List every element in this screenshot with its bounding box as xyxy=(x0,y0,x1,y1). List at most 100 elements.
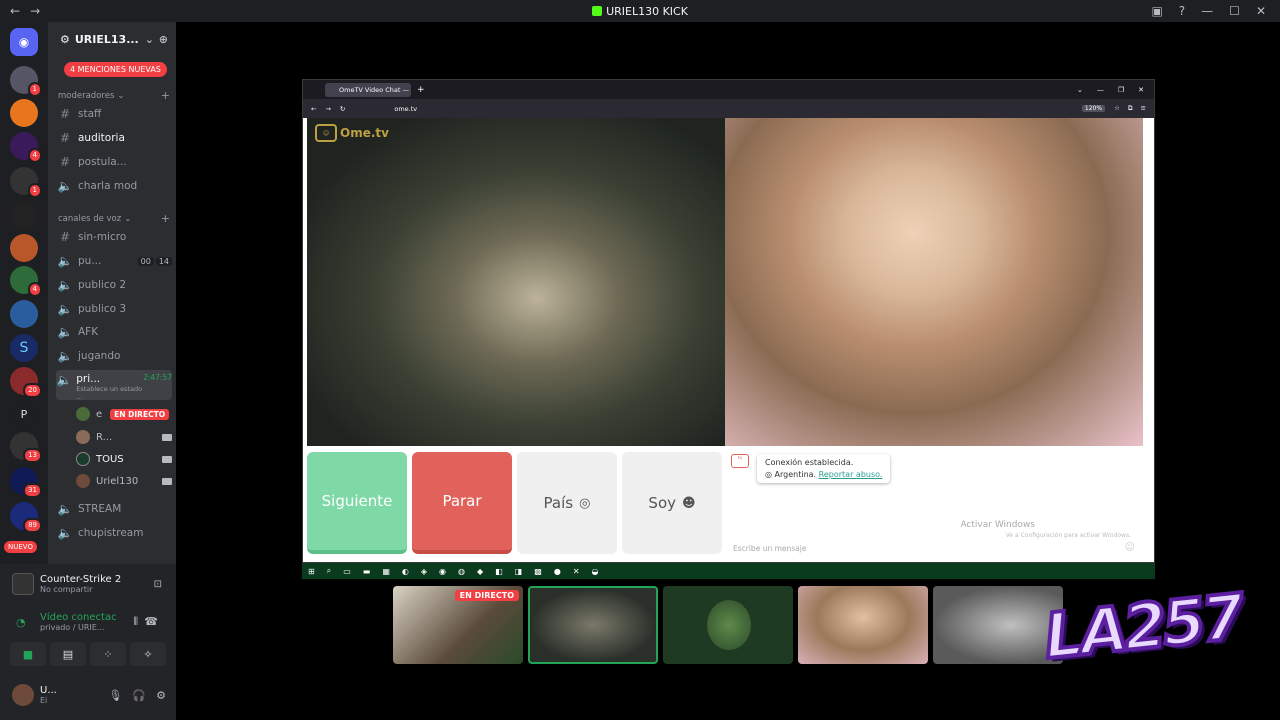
chevron-down-icon[interactable]: ⌄ xyxy=(1077,86,1083,94)
explorer-icon[interactable]: ▬ xyxy=(363,567,371,576)
share-icon[interactable]: ⊡ xyxy=(154,579,162,590)
channel-afk[interactable]: 🔈 AFK xyxy=(56,322,172,342)
server-icon[interactable]: 1 xyxy=(10,66,42,97)
channel-chupistream[interactable]: 🔈 chupistream xyxy=(56,523,172,543)
disconnect-icon[interactable]: ☎ xyxy=(144,615,158,628)
channel-sin-micro[interactable]: # sin-micro xyxy=(56,227,172,247)
server-icon[interactable]: P xyxy=(10,400,38,428)
headphones-icon[interactable]: 🎧 xyxy=(132,689,146,702)
server-icon[interactable]: 4 xyxy=(10,132,42,163)
star-icon[interactable]: ☆ xyxy=(1114,104,1120,113)
emoji-icon[interactable]: ☺ xyxy=(1125,542,1135,553)
server-icon[interactable]: 13 xyxy=(10,432,42,463)
server-icon[interactable] xyxy=(10,234,38,262)
channel-label: charla mod xyxy=(78,180,138,192)
back-arrow-icon[interactable]: ← xyxy=(311,105,316,113)
speaker-icon: 🔈 xyxy=(57,325,73,339)
channel-publico-1[interactable]: 🔈 pu... 00 14 xyxy=(56,251,172,271)
channel-privado[interactable]: 🔈 pri... Establece un estado ... 2:47:57 xyxy=(56,370,172,401)
camera-toggle-icon[interactable]: ■ xyxy=(10,642,46,666)
channel-charla-mod[interactable]: 🔈 charla mod xyxy=(56,176,172,196)
new-tab-icon[interactable]: + xyxy=(417,85,425,95)
channel-auditoria[interactable]: # auditoria xyxy=(56,128,172,148)
noise-suppression-icon[interactable]: ⫴ xyxy=(133,615,138,629)
minimize-icon[interactable]: — xyxy=(1097,86,1104,94)
close-icon[interactable]: ✕ xyxy=(1138,86,1144,94)
server-icon[interactable] xyxy=(10,300,38,328)
channel-staff[interactable]: # staff xyxy=(56,104,172,124)
reload-icon[interactable]: ↻ xyxy=(340,105,345,113)
voice-user[interactable]: Uriel130 xyxy=(76,471,172,491)
channel-label: AFK xyxy=(78,326,99,338)
channel-stream[interactable]: 🔈 STREAM xyxy=(56,499,172,519)
zoom-level[interactable]: 120% xyxy=(1081,105,1106,112)
server-icon[interactable]: 1 xyxy=(10,167,42,198)
camera-icon xyxy=(162,455,172,463)
screen-share-icon[interactable]: ▤ xyxy=(50,642,86,666)
server-icon[interactable]: 20 xyxy=(10,367,42,398)
search-icon[interactable]: ⌕ xyxy=(327,566,331,576)
store-icon[interactable]: ▦ xyxy=(382,567,390,576)
hash-icon: # xyxy=(59,131,71,145)
server-icon[interactable] xyxy=(10,202,38,230)
forward-arrow-icon[interactable]: → xyxy=(325,105,330,113)
new-mentions-pill[interactable]: 4 MENCIONES NUEVAS xyxy=(64,62,167,77)
server-icon[interactable]: 4 xyxy=(10,266,42,297)
avatar[interactable] xyxy=(12,684,34,706)
taskview-icon[interactable]: ▭ xyxy=(343,567,351,576)
voice-user-name: R... xyxy=(96,431,113,443)
brave-icon[interactable]: ◆ xyxy=(477,567,483,576)
channel-publico-3[interactable]: 🔈 publico 3 xyxy=(56,299,172,319)
capcut-icon[interactable]: ✕ xyxy=(573,567,580,576)
stream-thumbnail[interactable]: EN DIRECTO xyxy=(393,586,523,664)
photoshop-icon[interactable]: ▩ xyxy=(534,567,542,576)
category-canales-de-voz[interactable]: canales de voz ⌄ + xyxy=(58,212,170,225)
voice-user[interactable]: R... xyxy=(76,427,172,447)
next-button[interactable]: Siguiente xyxy=(307,452,407,554)
voice-user[interactable]: TOUS xyxy=(76,449,172,469)
channel-postula[interactable]: # postula... xyxy=(56,152,172,172)
app-icon[interactable]: ◈ xyxy=(421,567,427,576)
video-thumbnail[interactable] xyxy=(528,586,658,664)
app-icon[interactable]: ◒ xyxy=(592,567,599,576)
app-icon[interactable]: ◨ xyxy=(515,567,523,576)
browser-tab[interactable]: OmeTV Video Chat — Omeg xyxy=(325,82,411,97)
menu-icon[interactable]: ≡ xyxy=(1141,104,1146,113)
signal-icon: ◔ xyxy=(16,616,26,629)
activities-icon[interactable]: ⁘ xyxy=(90,642,126,666)
spotify-icon[interactable]: ● xyxy=(554,567,561,576)
add-channel-icon[interactable]: + xyxy=(161,89,170,102)
video-thumbnail[interactable] xyxy=(798,586,928,664)
app-icon[interactable]: ◧ xyxy=(495,567,503,576)
address-bar[interactable]: ome.tv xyxy=(394,105,417,113)
channel-publico-2[interactable]: 🔈 publico 2 xyxy=(56,275,172,295)
guild-header[interactable]: ⚙ URIEL13... ⌄ ⊕ xyxy=(48,22,176,56)
server-icon[interactable] xyxy=(10,99,38,127)
country-button[interactable]: País ◎ xyxy=(517,452,617,554)
channel-jugando[interactable]: 🔈 jugando xyxy=(56,346,172,366)
new-badge[interactable]: NUEVO xyxy=(4,541,37,553)
add-member-icon[interactable]: ⊕ xyxy=(159,33,168,46)
avatar xyxy=(707,600,751,650)
microphone-icon[interactable]: 🎙 xyxy=(108,689,122,702)
discord-icon[interactable]: ◍ xyxy=(458,567,465,576)
restore-icon[interactable]: ❐ xyxy=(1118,86,1124,94)
steam-icon[interactable]: ◐ xyxy=(402,567,409,576)
avatar-thumbnail[interactable] xyxy=(663,586,793,664)
report-abuse-link[interactable]: Reportar abuso. xyxy=(819,470,883,479)
gender-button[interactable]: Soy ☻ xyxy=(622,452,722,554)
voice-user[interactable]: e EN DIRECTO xyxy=(76,404,172,424)
category-moderadores[interactable]: moderadores ⌄ + xyxy=(58,89,170,102)
server-icon[interactable]: 89 xyxy=(10,502,42,533)
soundboard-icon[interactable]: ✧ xyxy=(130,642,166,666)
extensions-icon[interactable]: ⧉ xyxy=(1128,104,1133,113)
server-icon[interactable]: 31 xyxy=(10,467,42,498)
message-input[interactable]: Escribe un mensaje xyxy=(733,544,806,553)
add-channel-icon[interactable]: + xyxy=(161,212,170,225)
chrome-icon[interactable]: ◉ xyxy=(439,567,446,576)
gear-icon[interactable]: ⚙ xyxy=(156,689,166,702)
windows-start-icon[interactable]: ⊞ xyxy=(308,567,315,576)
server-icon[interactable]: S xyxy=(10,334,38,362)
stop-button[interactable]: Parar xyxy=(412,452,512,554)
discord-home-icon[interactable]: ◉ xyxy=(10,28,38,56)
